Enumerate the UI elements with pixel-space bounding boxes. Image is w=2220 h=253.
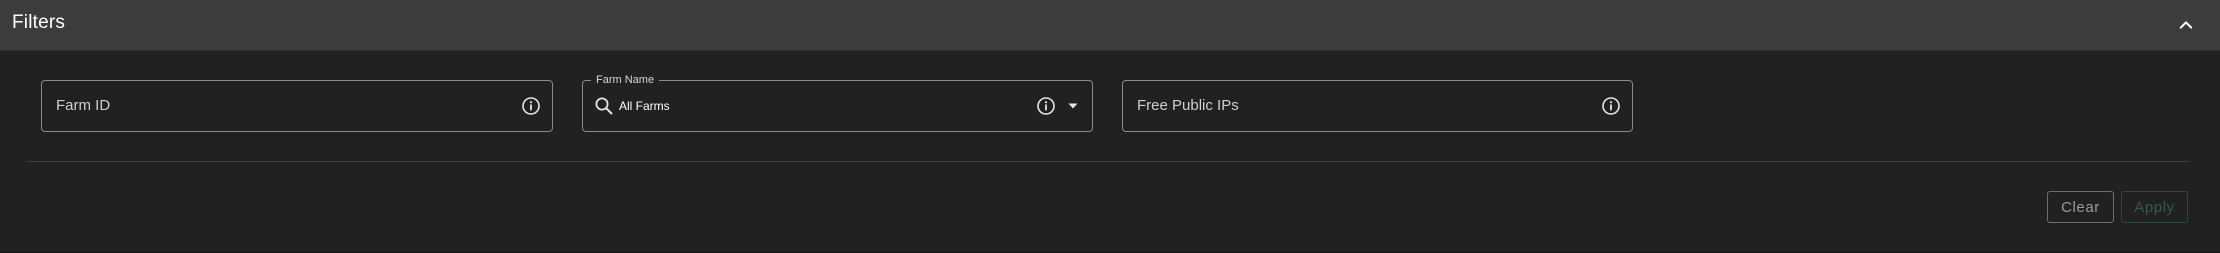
farm-id-input[interactable] — [56, 81, 476, 131]
info-icon[interactable] — [1036, 96, 1056, 116]
farm-name-value: All Farms — [619, 99, 670, 113]
filters-title: Filters — [12, 12, 66, 33]
chevron-up-icon — [2179, 21, 2193, 29]
apply-button[interactable]: Apply — [2121, 191, 2188, 223]
free-public-ips-input[interactable] — [1137, 81, 1557, 131]
info-icon[interactable] — [521, 96, 541, 116]
collapse-button[interactable] — [2172, 11, 2200, 39]
divider — [27, 161, 2189, 162]
clear-button[interactable]: Clear — [2047, 191, 2114, 223]
farm-id-field[interactable] — [41, 80, 553, 132]
free-public-ips-field[interactable] — [1122, 80, 1633, 132]
info-icon[interactable] — [1601, 96, 1621, 116]
farm-name-select[interactable]: Farm Name All Farms — [582, 73, 1093, 132]
filters-panel: Filters Farm Name All Farms — [0, 0, 2220, 253]
search-icon — [595, 97, 613, 115]
filters-header[interactable]: Filters — [0, 0, 2220, 51]
caret-down-icon[interactable] — [1066, 99, 1080, 113]
